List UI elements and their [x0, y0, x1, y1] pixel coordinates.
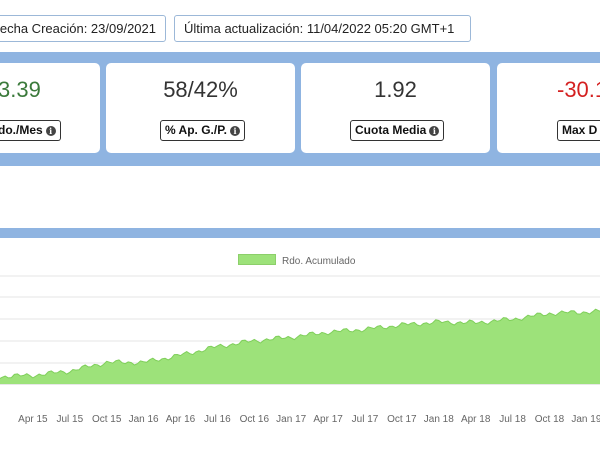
stat-label-button[interactable]: Max D	[557, 120, 600, 141]
x-tick-label: Apr 17	[313, 414, 343, 425]
chart-panel: Rdo. Acumulado 5Apr 15Jul 15Oct 15Jan 16…	[0, 238, 600, 464]
x-tick-label: Jul 18	[499, 414, 526, 425]
x-tick-label: Oct 17	[387, 414, 417, 425]
stat-card-max-drawdown: -30.1 Max D	[497, 63, 600, 153]
chart-band: Rdo. Acumulado 5Apr 15Jul 15Oct 15Jan 16…	[0, 228, 600, 464]
x-tick-label: Oct 18	[535, 414, 565, 425]
info-circle-icon[interactable]: i	[45, 126, 56, 136]
x-tick-label: Jan 16	[129, 414, 159, 425]
x-tick-label: Jan 17	[276, 414, 306, 425]
stat-label-button[interactable]: Cuota Media i	[350, 120, 445, 141]
x-tick-label: Oct 15	[92, 414, 122, 425]
stat-label-text: do./Mes	[0, 123, 43, 137]
stat-value: 3.39	[0, 77, 41, 102]
x-tick-label: Apr 18	[461, 414, 491, 425]
stat-value: -30.1	[557, 77, 600, 102]
x-tick-label: Jul 17	[352, 414, 379, 425]
last-update-badge: Última actualización: 11/04/2022 05:20 G…	[174, 15, 471, 42]
x-axis-ticks: 5Apr 15Jul 15Oct 15Jan 16Apr 16Jul 16Oct…	[18, 414, 600, 425]
x-tick-label: Jul 15	[56, 414, 83, 425]
info-circle-icon[interactable]: i	[230, 126, 241, 136]
stat-label-button[interactable]: do./Mes i	[0, 120, 61, 141]
stat-label-text: % Ap. G./P.	[165, 123, 228, 137]
stats-band: 3.39 do./Mes i 58/42% % Ap. G./P. i 1.92 C…	[0, 52, 600, 166]
x-tick-label: Jan 19	[571, 414, 600, 425]
cumulative-result-chart: 5Apr 15Jul 15Oct 15Jan 16Apr 16Jul 16Oct…	[0, 275, 600, 425]
stat-label-button[interactable]: % Ap. G./P. i	[160, 120, 246, 141]
x-tick-label: Apr 16	[166, 414, 196, 425]
info-strip: echa Creación: 23/09/2021 Última actuali…	[0, 0, 600, 50]
x-tick-label: Jul 16	[204, 414, 231, 425]
x-tick-label: Oct 16	[240, 414, 270, 425]
stat-label-text: Cuota Media	[355, 123, 427, 137]
x-tick-label: Jan 18	[424, 414, 454, 425]
stat-card-average-odds: 1.92 Cuota Media i	[301, 63, 490, 153]
stat-label-text: Max D	[562, 123, 598, 137]
stat-value: 58/42%	[163, 77, 238, 102]
x-tick-label: Apr 15	[18, 414, 48, 425]
stat-value: 1.92	[374, 77, 417, 102]
creation-date-badge: echa Creación: 23/09/2021	[0, 15, 166, 42]
stat-card-win-loss: 58/42% % Ap. G./P. i	[106, 63, 295, 153]
info-circle-icon[interactable]: i	[429, 126, 440, 136]
stat-card-monthly-result: 3.39 do./Mes i	[0, 63, 100, 153]
spacer	[0, 166, 600, 228]
